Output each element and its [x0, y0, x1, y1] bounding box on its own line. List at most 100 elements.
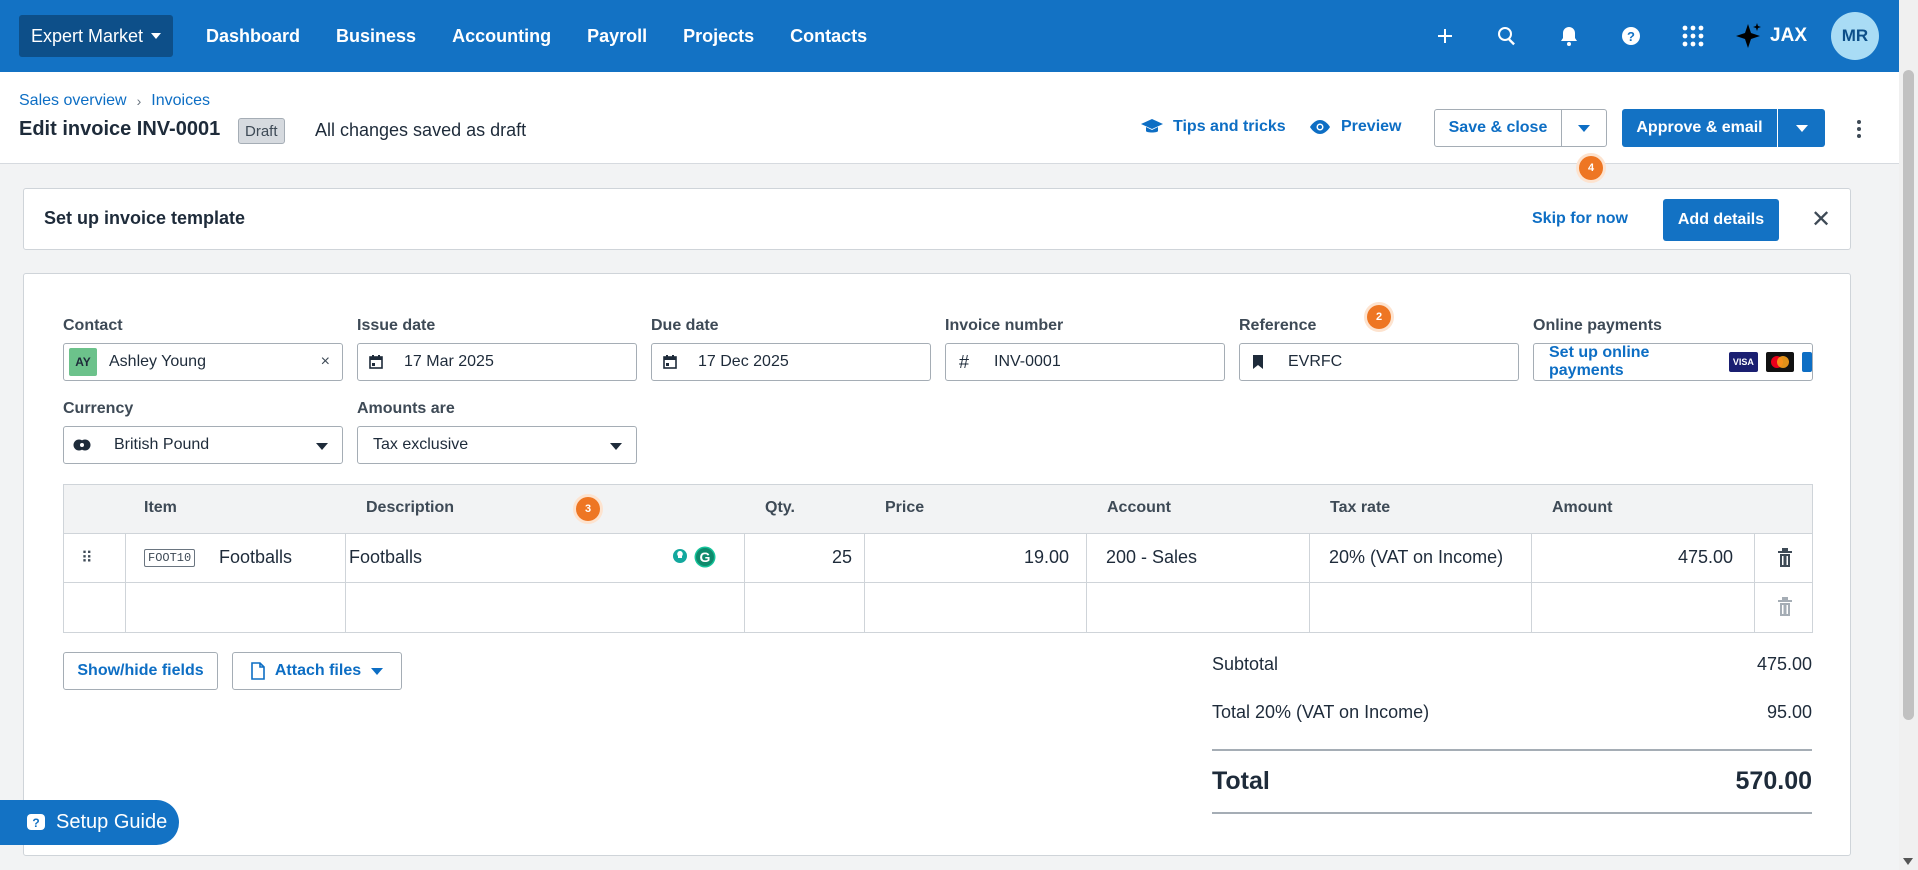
- amounts-are-label: Amounts are: [357, 400, 455, 417]
- scroll-down-icon[interactable]: [1903, 858, 1913, 865]
- contact-label: Contact: [63, 317, 123, 334]
- subtotal-row: Subtotal 475.00: [1212, 654, 1812, 675]
- vat-label: Total 20% (VAT on Income): [1212, 702, 1430, 722]
- trash-icon[interactable]: [1777, 548, 1793, 568]
- total-row: Total 570.00: [1212, 767, 1812, 796]
- user-avatar[interactable]: MR: [1831, 12, 1879, 60]
- chevron-down-icon: [151, 33, 162, 39]
- chevron-down-icon: [610, 443, 622, 450]
- amounts-are-value: Tax exclusive: [373, 436, 469, 453]
- calendar-icon: [652, 355, 688, 369]
- table-header: Item Description 3 Qty. Price Account Ta…: [64, 485, 1812, 534]
- bookmark-icon: [1240, 355, 1276, 369]
- approve-options-button[interactable]: [1778, 109, 1825, 147]
- add-details-button[interactable]: Add details: [1663, 199, 1779, 241]
- invoice-form-card: Contact Issue date Due date Invoice numb…: [23, 273, 1851, 856]
- sparkle-icon: [1736, 23, 1762, 48]
- table-row[interactable]: ⠿ FOOT10 Footballs Footballs G 25 19.00 …: [64, 534, 1812, 583]
- vat-value: 95.00: [1766, 702, 1812, 722]
- eye-icon: [1310, 120, 1330, 134]
- visa-logo: VISA: [1728, 352, 1758, 372]
- chevron-down-icon: [316, 443, 328, 450]
- preview-link[interactable]: Preview: [1309, 118, 1401, 136]
- clear-icon[interactable]: ×: [321, 353, 330, 371]
- search-icon[interactable]: [1476, 0, 1538, 72]
- status-badge: Draft: [238, 118, 285, 144]
- guide-icon: ?: [27, 813, 45, 830]
- page-scrollbar[interactable]: [1899, 0, 1918, 870]
- currency-select[interactable]: British Pound: [63, 426, 343, 464]
- reference-field[interactable]: EVRFC: [1239, 343, 1519, 381]
- breadcrumb-sales-overview[interactable]: Sales overview: [19, 92, 127, 110]
- save-options-button[interactable]: [1561, 109, 1607, 147]
- total-value: 570.00: [1735, 767, 1812, 795]
- vat-row: Total 20% (VAT on Income) 95.00: [1212, 702, 1812, 723]
- invoice-number-value: INV-0001: [994, 353, 1061, 370]
- hotspot-marker-2[interactable]: 2: [1367, 305, 1391, 329]
- online-payments-field[interactable]: Set up online payments VISA: [1533, 343, 1813, 381]
- apps-grid-icon[interactable]: [1662, 0, 1724, 72]
- total-label: Total: [1212, 767, 1270, 795]
- chevron-down-icon: [1578, 124, 1590, 132]
- totals-divider: [1212, 749, 1812, 751]
- table-row-empty[interactable]: [64, 583, 1812, 632]
- column-tax-rate: Tax rate: [1330, 499, 1391, 516]
- close-icon[interactable]: ✕: [1809, 206, 1833, 233]
- issue-date-field[interactable]: 17 Mar 2025: [357, 343, 637, 381]
- amount-cell[interactable]: 475.00: [64, 547, 1733, 568]
- chevron-down-icon: [1795, 124, 1808, 132]
- organisation-switcher[interactable]: Expert Market: [19, 15, 174, 57]
- nav-contacts[interactable]: Contacts: [790, 26, 867, 47]
- nav-dashboard[interactable]: Dashboard: [206, 26, 300, 47]
- tips-and-tricks-link[interactable]: Tips and tricks: [1141, 118, 1286, 136]
- breadcrumb-invoices[interactable]: Invoices: [151, 92, 210, 110]
- show-hide-fields-button[interactable]: Show/hide fields: [63, 652, 218, 690]
- due-date-value: 17 Dec 2025: [698, 353, 789, 370]
- trash-icon[interactable]: [1777, 597, 1793, 617]
- nav-tools: ? JAX MR: [1414, 0, 1899, 72]
- attach-files-button[interactable]: Attach files: [232, 652, 402, 690]
- page-header: Sales overview › Invoices Edit invoice I…: [0, 72, 1899, 164]
- setup-guide-button[interactable]: ? Setup Guide: [0, 800, 179, 845]
- issue-date-value: 17 Mar 2025: [404, 353, 494, 370]
- reference-label: Reference: [1239, 317, 1317, 334]
- svg-text:?: ?: [32, 816, 39, 830]
- attach-files-label: Attach files: [274, 662, 362, 679]
- more-options-icon[interactable]: [1850, 110, 1868, 148]
- invoice-number-field[interactable]: # INV-0001: [945, 343, 1225, 381]
- hotspot-marker-4[interactable]: 4: [1579, 156, 1603, 180]
- help-icon[interactable]: ?: [1600, 0, 1662, 72]
- file-icon: [251, 662, 265, 680]
- column-qty: Qty.: [765, 499, 795, 516]
- contact-field[interactable]: AY Ashley Young ×: [63, 343, 343, 381]
- issue-date-label: Issue date: [357, 317, 436, 334]
- nav-payroll[interactable]: Payroll: [587, 26, 647, 47]
- hotspot-marker-3[interactable]: 3: [576, 497, 600, 521]
- plus-icon[interactable]: [1414, 0, 1476, 72]
- nav-business[interactable]: Business: [336, 26, 416, 47]
- currency-value: British Pound: [114, 436, 210, 453]
- template-banner: Set up invoice template Skip for now Add…: [23, 188, 1851, 250]
- chevron-down-icon: [371, 667, 384, 675]
- scroll-thumb[interactable]: [1903, 70, 1914, 720]
- setup-guide-label: Setup Guide: [56, 811, 168, 833]
- currency-label: Currency: [63, 400, 134, 417]
- currency-flag-icon: [64, 439, 100, 451]
- save-status: All changes saved as draft: [315, 120, 527, 140]
- approve-email-button[interactable]: Approve & email: [1622, 109, 1777, 147]
- totals-divider-bottom: [1212, 812, 1812, 814]
- setup-online-payments-link[interactable]: Set up online payments: [1549, 344, 1721, 380]
- organisation-name: Expert Market: [31, 25, 144, 46]
- main-nav: Dashboard Business Accounting Payroll Pr…: [206, 0, 903, 72]
- save-close-button[interactable]: Save & close: [1434, 109, 1562, 147]
- amounts-are-select[interactable]: Tax exclusive: [357, 426, 637, 464]
- nav-accounting[interactable]: Accounting: [452, 26, 551, 47]
- bell-icon[interactable]: [1538, 0, 1600, 72]
- skip-for-now-link[interactable]: Skip for now: [1532, 210, 1628, 228]
- due-date-field[interactable]: 17 Dec 2025: [651, 343, 931, 381]
- page-title: Edit invoice INV-0001: [19, 118, 221, 140]
- column-price: Price: [885, 499, 925, 516]
- jax-assistant[interactable]: JAX: [1734, 22, 1807, 50]
- breadcrumb: Sales overview › Invoices: [19, 92, 210, 110]
- nav-projects[interactable]: Projects: [683, 26, 754, 47]
